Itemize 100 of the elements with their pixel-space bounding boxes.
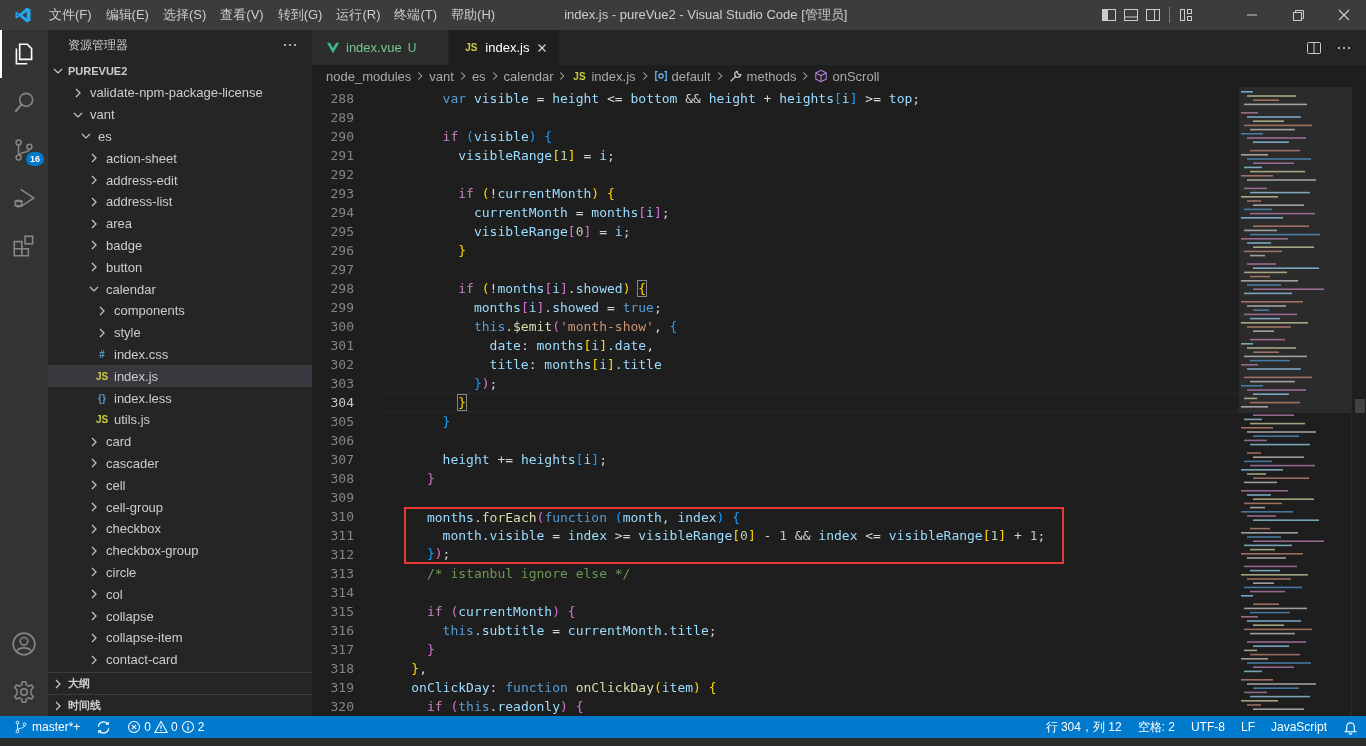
menu-item[interactable]: 选择(S) [155,6,214,24]
line-number: 302 [329,357,354,372]
sync-icon[interactable] [96,719,112,735]
tree-item[interactable]: contact-card [48,648,312,671]
split-layout-icon[interactable] [1145,7,1161,23]
tree-item[interactable]: es [48,125,312,148]
line-number: 312 [329,547,354,562]
tree-item[interactable]: cell [48,474,312,497]
code-line: currentMonth = months[i]; [473,205,670,220]
tree-item[interactable]: card [48,430,312,453]
menu-item[interactable]: 终端(T) [387,6,445,24]
breadcrumb-item[interactable]: calendar [503,68,554,84]
tree-item[interactable]: style [48,321,312,344]
code-line: } [426,642,435,657]
line-number: 290 [329,129,354,144]
module-icon [653,69,668,83]
breadcrumb-item[interactable]: JS index.js [571,68,636,84]
customize-layout-icon[interactable] [1178,7,1194,23]
activity-item[interactable]: 16 [0,126,48,174]
tree-item[interactable]: JS index.js [48,365,312,388]
code-line: this.subtitle = currentMonth.title; [442,623,717,638]
line-number: 304 [329,395,354,410]
menu-item[interactable]: 转到(G) [270,6,330,24]
line-number: 300 [329,319,354,334]
wrench-icon [728,69,743,83]
status-item[interactable]: JavaScript [1270,720,1327,734]
tree-item[interactable]: address-edit [48,169,312,191]
tree-item[interactable]: # index.css [48,343,312,366]
editor-tab[interactable]: index.vue U [312,30,450,65]
line-number: 318 [329,661,354,676]
line-number: 314 [329,585,354,600]
tree-item[interactable]: checkbox-group [48,539,312,562]
menu-item[interactable]: 编辑(E) [98,6,156,24]
code-line: if (this.readonly) { [426,699,584,714]
code-line: height += heights[i]; [442,452,607,467]
tree-item[interactable]: calendar [48,278,312,300]
split-editor-icon[interactable] [1306,39,1322,56]
tree-item[interactable]: JS utils.js [48,408,312,431]
folder-header[interactable]: PUREVUE2 [48,60,312,82]
line-number: 309 [329,490,354,505]
bell-icon[interactable] [1343,719,1358,735]
code-line: var visible = height <= bottom && height + heights[i] >= top; [442,91,921,106]
settings-icon[interactable] [11,679,37,705]
breadcrumb-item[interactable]: vant [429,68,454,84]
panel-header[interactable]: 大纲 [48,672,312,694]
line-number: 288 [329,91,354,106]
code-line: } [458,395,467,410]
warning-count: 0 [171,720,178,734]
breadcrumb-item[interactable]: es [471,68,486,84]
restore-icon[interactable] [1290,7,1306,23]
tree-item[interactable]: vant [48,103,312,126]
line-number: 311 [329,528,354,543]
tree-item[interactable]: cascader [48,452,312,475]
error-count: 0 [144,720,152,734]
code-line: /* istanbul ignore else */ [426,566,631,581]
branch-status[interactable]: master*+ [14,720,81,734]
panel-layout-icon[interactable] [1123,7,1139,23]
app-logo-icon [14,6,32,24]
tree-item[interactable]: collapse [48,605,312,627]
vue-logo-icon [326,40,340,55]
line-number: 305 [329,414,354,429]
line-number: 301 [329,338,354,353]
tree-item[interactable]: components [48,299,312,322]
menu-item[interactable]: 查看(V) [213,6,271,24]
code-line: if (!currentMonth) { [458,186,615,201]
tree-item[interactable]: circle [48,561,312,584]
breadcrumb-item[interactable]: node_modules [326,68,412,84]
status-item[interactable]: LF [1240,720,1255,734]
scrollbar-thumb[interactable] [1355,399,1365,413]
tree-item[interactable]: cell-group [48,496,312,518]
line-number: 313 [329,566,354,581]
code-line: if (!months[i].showed) { [458,281,647,296]
code-line: }); [473,376,498,391]
menu-item[interactable]: 文件(F) [42,6,99,24]
tree-item[interactable]: checkbox [48,517,312,540]
problems-status[interactable]: 0 0 2 [127,720,205,734]
sidebar-layout-icon[interactable] [1101,7,1117,23]
breadcrumb-item[interactable]: onScroll [814,68,880,84]
tree-item[interactable]: address-list [48,191,312,213]
tree-item[interactable]: {} index.less [48,387,312,409]
menu-item[interactable]: 运行(R) [329,6,388,24]
code-line: }, [411,661,427,676]
breadcrumb-item[interactable]: methods [728,68,797,84]
breadcrumb-item[interactable]: default [653,68,711,84]
account-icon[interactable] [11,631,37,657]
code-line: if (currentMonth) { [426,604,576,619]
status-item[interactable]: 空格: 2 [1137,718,1175,736]
editor-tab[interactable]: JS index.js [449,30,561,65]
error-icon [127,720,142,734]
status-item[interactable]: 行 304，列 12 [1045,718,1122,736]
tree-item[interactable]: area [48,212,312,235]
menu-item[interactable]: 帮助(H) [444,6,503,24]
tree-item[interactable]: badge [48,234,312,257]
tree-item[interactable]: button [48,256,312,279]
tree-item[interactable]: action-sheet [48,147,312,170]
tree-item[interactable]: col [48,583,312,606]
close-icon[interactable] [1336,7,1352,23]
tree-item[interactable]: collapse-item [48,626,312,649]
tree-item[interactable]: validate-npm-package-license [48,82,312,104]
status-item[interactable]: UTF-8 [1190,720,1225,734]
